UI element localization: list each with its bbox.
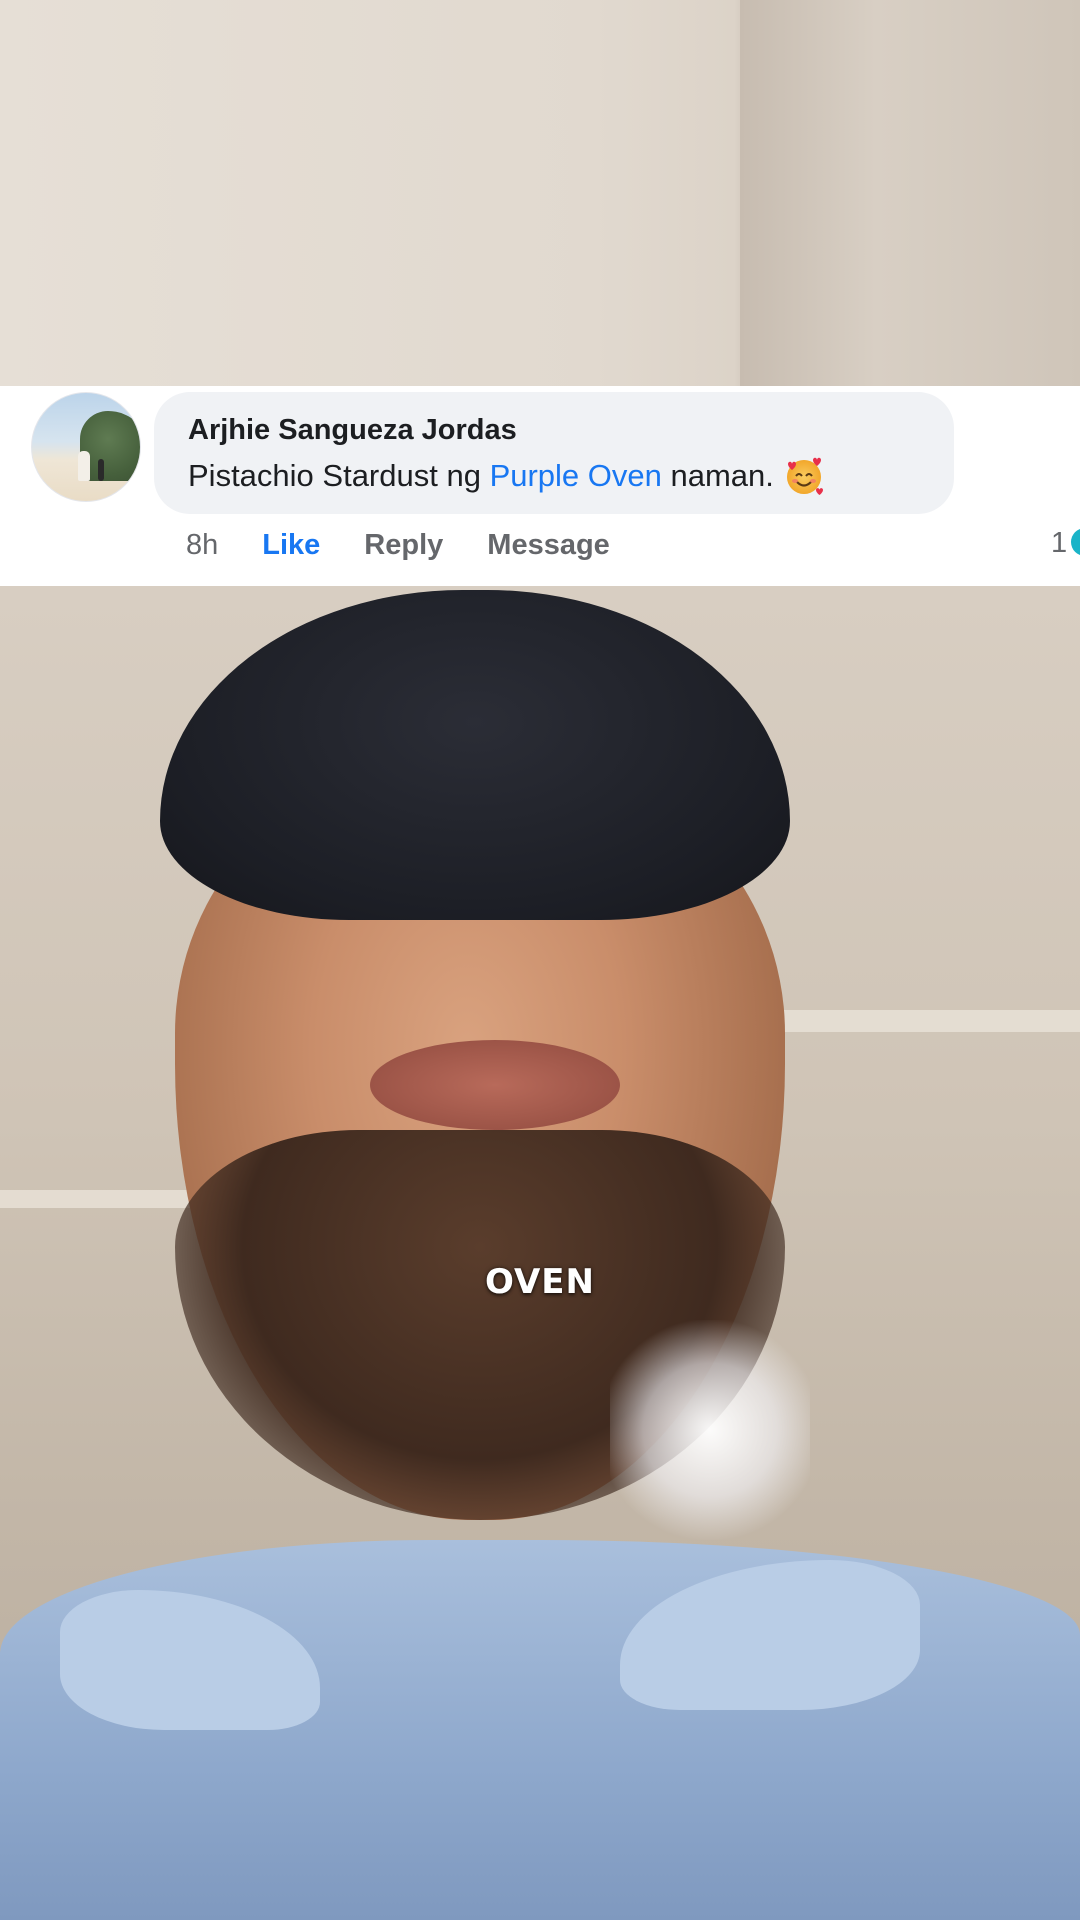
comment-author[interactable]: Arjhie Sangueza Jordas [188,414,517,447]
reaction-count-value: 1 [1051,527,1068,559]
video-frame[interactable]: OVEN [0,0,1080,1920]
video-subtitle: OVEN [485,1262,595,1302]
reply-button[interactable]: Reply [364,529,443,562]
light-glare [610,1320,810,1540]
shelf [0,1190,200,1208]
avatar[interactable] [31,392,141,502]
comment-actions: 8h Like Reply Message [186,529,654,562]
comment-text-after: naman. [661,458,774,493]
comment-mention-link[interactable]: Purple Oven [490,458,662,493]
comment-timestamp[interactable]: 8h [186,529,218,562]
video-background-wall [0,0,1080,386]
shelf [770,1010,1080,1032]
smiling-face-with-hearts-icon [782,454,826,498]
reaction-count[interactable]: 1 [1051,527,1080,560]
person-mouth [370,1040,620,1130]
comment-text: Pistachio Stardust ng Purple Oven naman. [188,454,826,498]
reaction-icon [1071,528,1080,556]
like-button[interactable]: Like [262,529,320,562]
message-button[interactable]: Message [487,529,610,562]
comment-text-before: Pistachio Stardust ng [188,458,490,493]
